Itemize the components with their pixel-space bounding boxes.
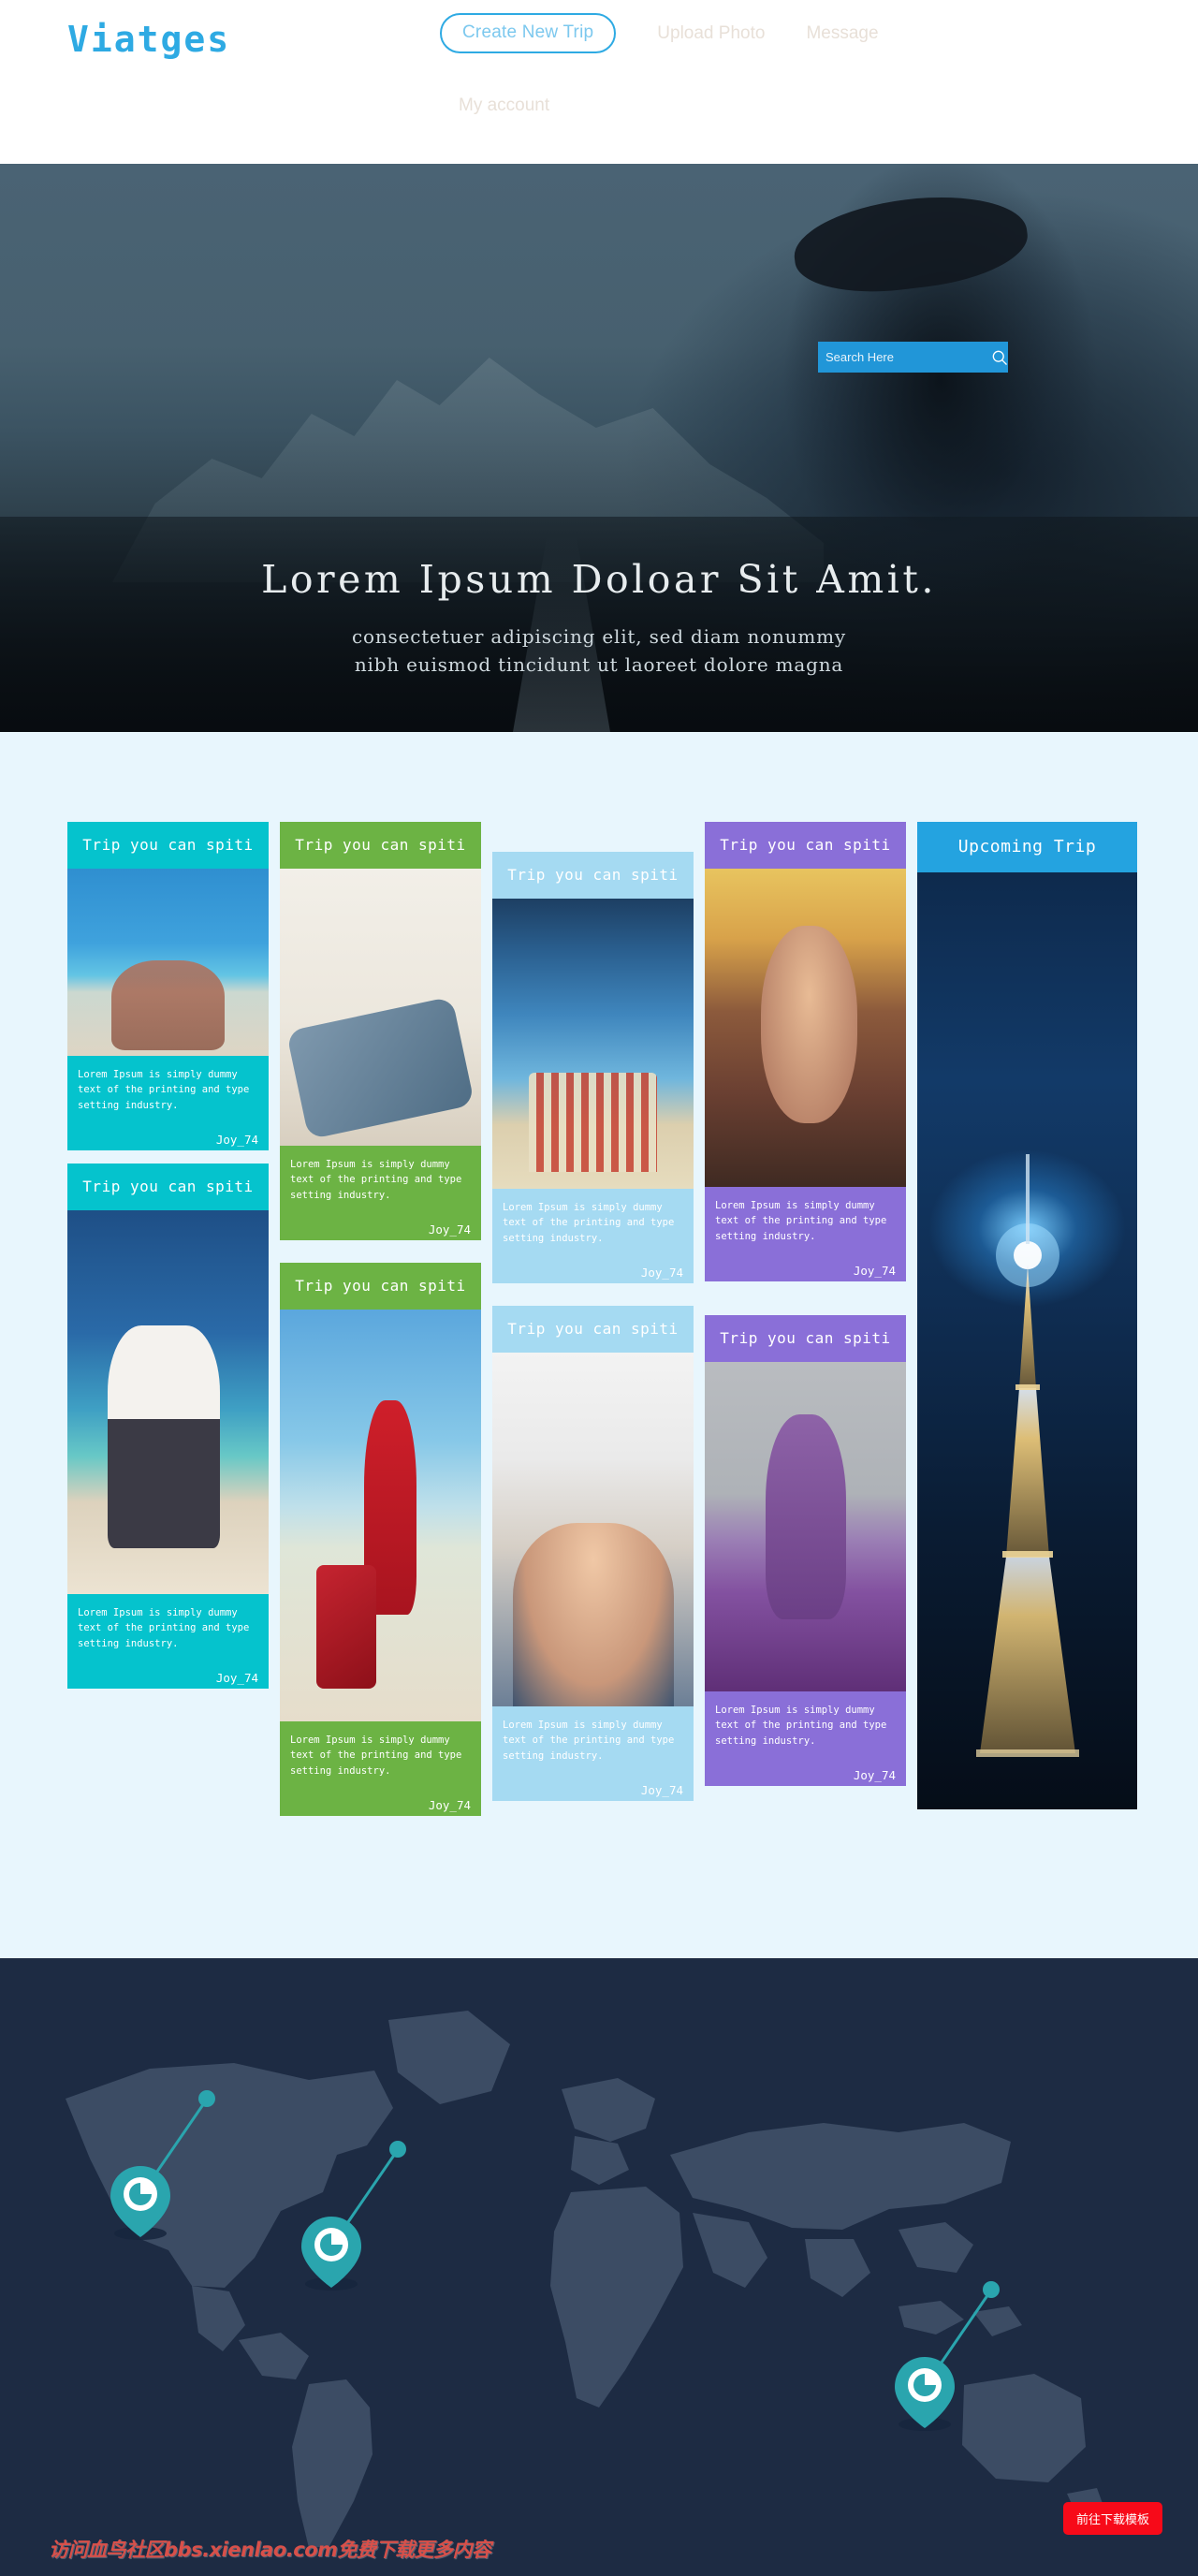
trip-card-title: Trip you can spiti bbox=[720, 836, 891, 854]
map-pin-america[interactable] bbox=[110, 2076, 326, 2254]
map-pin-africa[interactable] bbox=[301, 2127, 517, 2305]
trip-card-author: Joy_74 bbox=[428, 1797, 471, 1812]
trip-card[interactable]: Trip you can spiti Lorem Ipsum is simply… bbox=[705, 1314, 906, 1786]
nav-item-message[interactable]: Message bbox=[806, 23, 878, 44]
cheering-friends-photo bbox=[492, 1353, 694, 1707]
trip-card-description: Lorem Ipsum is simply dummy text of the … bbox=[290, 1159, 462, 1201]
nav-item-upload-photo[interactable]: Upload Photo bbox=[657, 23, 765, 44]
hero-subtitle: consectetuer adipiscing elit, sed diam n… bbox=[0, 622, 1198, 679]
beach-walk-couple-photo bbox=[67, 1210, 269, 1595]
trip-column-3: Trip you can spiti Lorem Ipsum is simply… bbox=[492, 822, 694, 1829]
trip-card[interactable]: Trip you can spiti Lorem Ipsum is simply… bbox=[492, 1305, 694, 1801]
eiffel-tower-night-photo bbox=[917, 872, 1137, 1810]
trip-card[interactable]: Trip you can spiti Lorem Ipsum is simply… bbox=[280, 1262, 481, 1816]
map-pin-australia[interactable] bbox=[895, 2267, 1110, 2445]
trip-card-author: Joy_74 bbox=[640, 1265, 683, 1280]
world-map-section: America Mexico Africa Egypt Australia Me… bbox=[0, 1958, 1198, 2576]
laughing-couple-photo bbox=[705, 869, 906, 1188]
trip-column-1: Trip you can spiti Lorem Ipsum is simply… bbox=[67, 822, 269, 1829]
trip-card[interactable]: Trip you can spiti Lorem Ipsum is simply… bbox=[705, 822, 906, 1281]
trip-card[interactable]: Trip you can spiti Lorem Ipsum is simply… bbox=[492, 852, 694, 1283]
lavender-bicycle-photo bbox=[705, 1362, 906, 1692]
nav-item-my-account[interactable]: My account bbox=[459, 95, 549, 116]
download-template-button[interactable]: 前往下载模板 bbox=[1062, 2502, 1162, 2535]
trip-card-title: Trip you can spiti bbox=[295, 1276, 466, 1295]
eiffel-tower-shape bbox=[975, 1154, 1079, 1758]
hero-subtitle-line-2: nibh euismod tincidunt ut laoreet dolore… bbox=[354, 653, 844, 676]
create-new-trip-button[interactable]: Create New Trip bbox=[440, 13, 617, 53]
trip-cards-grid: Trip you can spiti Lorem Ipsum is simply… bbox=[67, 822, 1137, 1829]
upcoming-trip-card[interactable]: Upcoming Trip bbox=[917, 822, 1137, 1810]
red-dress-suitcase-photo bbox=[280, 1310, 481, 1722]
trip-card-title: Trip you can spiti bbox=[507, 866, 679, 884]
beach-chairs-photo bbox=[492, 899, 694, 1190]
hiker-with-mat-photo bbox=[280, 869, 481, 1147]
hero-subtitle-line-1: consectetuer adipiscing elit, sed diam n… bbox=[352, 625, 846, 648]
trip-column-2: Trip you can spiti Lorem Ipsum is simply… bbox=[280, 822, 481, 1829]
trip-card-title: Trip you can spiti bbox=[82, 836, 254, 854]
hero-text-block: Lorem Ipsum Doloar Sit Amit. consectetue… bbox=[0, 164, 1198, 679]
trip-card-author: Joy_74 bbox=[853, 1263, 896, 1278]
trip-card[interactable]: Trip you can spiti Lorem Ipsum is simply… bbox=[67, 1163, 269, 1689]
trip-card-title: Trip you can spiti bbox=[295, 836, 466, 854]
trip-card-author: Joy_74 bbox=[215, 1132, 258, 1147]
trip-card[interactable]: Trip you can spiti Lorem Ipsum is simply… bbox=[280, 822, 481, 1240]
trip-card-title: Trip you can spiti bbox=[507, 1319, 679, 1338]
trip-column-4: Trip you can spiti Lorem Ipsum is simply… bbox=[705, 822, 906, 1829]
trip-card-description: Lorem Ipsum is simply dummy text of the … bbox=[503, 1202, 675, 1244]
trip-card-description: Lorem Ipsum is simply dummy text of the … bbox=[290, 1734, 462, 1777]
trip-cards-section: Trip you can spiti Lorem Ipsum is simply… bbox=[0, 732, 1198, 1958]
trip-card-author: Joy_74 bbox=[853, 1767, 896, 1782]
upcoming-trip-title: Upcoming Trip bbox=[957, 837, 1097, 856]
hero-banner: Lorem Ipsum Doloar Sit Amit. consectetue… bbox=[0, 164, 1198, 732]
hero-title: Lorem Ipsum Doloar Sit Amit. bbox=[261, 557, 937, 602]
trip-card-title: Trip you can spiti bbox=[82, 1177, 254, 1195]
trip-card-author: Joy_74 bbox=[215, 1670, 258, 1685]
trip-card-author: Joy_74 bbox=[428, 1222, 471, 1237]
trip-card-description: Lorem Ipsum is simply dummy text of the … bbox=[78, 1069, 250, 1111]
trip-column-upcoming: Upcoming Trip bbox=[917, 822, 1137, 1829]
secondary-nav: My account bbox=[459, 95, 549, 116]
trip-card-description: Lorem Ipsum is simply dummy text of the … bbox=[78, 1607, 250, 1649]
trip-card-description: Lorem Ipsum is simply dummy text of the … bbox=[715, 1705, 887, 1747]
watermark-text: 访问血鸟社区bbs.xienlao.com免费下载更多内容 bbox=[49, 2539, 491, 2561]
trip-card-description: Lorem Ipsum is simply dummy text of the … bbox=[715, 1200, 887, 1242]
trip-card[interactable]: Trip you can spiti Lorem Ipsum is simply… bbox=[67, 822, 269, 1150]
trip-card-author: Joy_74 bbox=[640, 1782, 683, 1797]
brand-logo[interactable]: Viatges bbox=[67, 19, 230, 60]
trip-card-title: Trip you can spiti bbox=[720, 1328, 891, 1347]
trip-card-description: Lorem Ipsum is simply dummy text of the … bbox=[503, 1720, 675, 1762]
site-header: Viatges Create New Trip Upload Photo Mes… bbox=[0, 0, 1198, 164]
beach-family-photo bbox=[67, 869, 269, 1057]
primary-nav: Create New Trip Upload Photo Message bbox=[440, 13, 879, 53]
